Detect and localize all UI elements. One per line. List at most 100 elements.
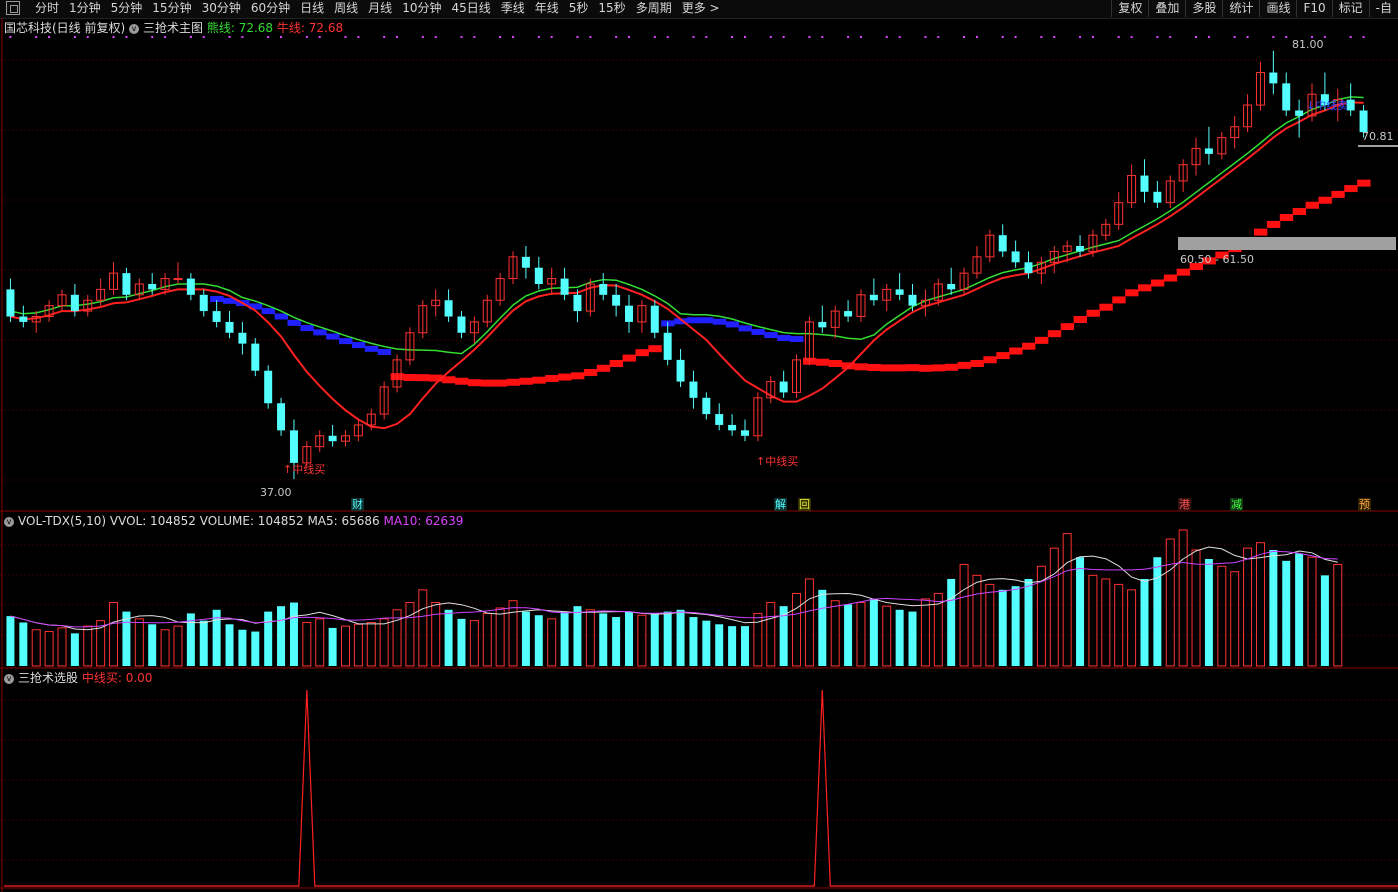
bull-band-block xyxy=(828,360,843,368)
top-dot xyxy=(1053,36,1056,38)
bull-band-block xyxy=(1034,336,1049,344)
top-dot xyxy=(1272,36,1275,38)
candle-body xyxy=(1153,191,1162,203)
marker-unlock[interactable]: 解 xyxy=(774,498,787,511)
volume-bar xyxy=(1114,583,1124,667)
candle-body xyxy=(19,316,28,322)
candle-body xyxy=(599,283,608,295)
marker-hk[interactable]: 港 xyxy=(1178,498,1191,511)
volume-bar xyxy=(908,611,917,666)
top-dot xyxy=(125,36,128,38)
candle-body xyxy=(238,332,247,344)
candle-body xyxy=(264,370,273,404)
top-dot xyxy=(628,36,631,38)
kline-chart[interactable] xyxy=(0,0,1398,892)
bear-band-block xyxy=(287,319,301,326)
top-dot xyxy=(1117,36,1120,38)
top-dot xyxy=(1349,36,1352,38)
volume-bar xyxy=(534,615,543,666)
bull-band-block xyxy=(1047,330,1062,338)
marker-forecast[interactable]: 预 xyxy=(1358,498,1371,511)
volume-bar xyxy=(676,609,685,666)
top-dot xyxy=(666,36,669,38)
bull-band-block xyxy=(1086,309,1100,317)
bull-band-block xyxy=(648,345,662,353)
marker-reduce[interactable]: 减 xyxy=(1230,498,1243,511)
candle-body xyxy=(676,359,685,382)
top-dot xyxy=(1233,36,1236,38)
sell-signal: ↓中线卖 xyxy=(1306,99,1349,112)
bull-band-block xyxy=(996,352,1010,360)
bull-band-block xyxy=(1305,201,1319,209)
top-dot xyxy=(1001,36,1004,38)
bull-band-block xyxy=(1150,279,1165,287)
candle-body xyxy=(328,435,337,442)
candles xyxy=(6,50,1368,480)
volume-bar xyxy=(1153,557,1162,666)
volume-bar xyxy=(804,578,814,667)
candle-body xyxy=(625,305,634,322)
bear-band-block xyxy=(364,345,379,352)
bear-band-block xyxy=(725,321,740,328)
top-dot xyxy=(847,36,850,38)
bull-band-block xyxy=(1009,347,1023,355)
bull-band-block xyxy=(957,361,972,369)
bull-band-block xyxy=(1163,274,1178,282)
bull-band-block xyxy=(519,377,533,385)
candle-body xyxy=(560,278,569,295)
volume-bar xyxy=(573,606,582,666)
bull-band-block xyxy=(506,378,520,386)
volume-bar xyxy=(70,633,79,666)
bear-band-block xyxy=(300,325,314,332)
bull-band-block xyxy=(1266,220,1281,228)
bull-band-block xyxy=(1344,185,1358,193)
volume-bar xyxy=(1062,533,1072,667)
bear-band-block xyxy=(687,317,701,324)
bull-band-block xyxy=(1331,190,1345,198)
top-dot xyxy=(743,36,746,38)
volume-bar xyxy=(251,631,260,666)
volume-bar xyxy=(1243,547,1253,667)
bull-line xyxy=(10,101,1364,430)
volume-bar xyxy=(19,622,28,666)
top-dot xyxy=(782,36,785,38)
top-dot xyxy=(769,36,772,38)
bull-band-block xyxy=(944,363,959,371)
volume-bar xyxy=(856,602,866,667)
volume-bar xyxy=(650,613,659,666)
volume-bar xyxy=(6,616,15,666)
marker-buyback[interactable]: 回 xyxy=(798,498,811,511)
volume-bar xyxy=(199,620,208,666)
top-dot xyxy=(859,36,862,38)
buy-signal-2: ↑中线买 xyxy=(756,455,799,468)
top-dot xyxy=(1014,36,1017,38)
top-dot xyxy=(653,36,656,38)
top-dot xyxy=(460,36,463,38)
bear-band-block xyxy=(326,333,340,340)
candle-body xyxy=(947,283,956,290)
top-dot xyxy=(318,36,321,38)
volume-bar xyxy=(1088,574,1098,667)
candle-body xyxy=(740,430,749,436)
bull-band-block xyxy=(583,368,598,376)
volume-bar xyxy=(1127,589,1137,667)
top-dot xyxy=(499,36,502,38)
bull-band-block xyxy=(545,375,559,383)
bull-band-block xyxy=(880,364,894,372)
volume-bar xyxy=(57,627,67,667)
top-dot xyxy=(821,36,824,38)
volume-bar xyxy=(44,631,54,667)
candle-body xyxy=(728,424,737,431)
volume-bar xyxy=(637,614,647,667)
bull-band-block xyxy=(609,360,624,368)
bull-band-block xyxy=(571,372,585,380)
marker-finance[interactable]: 财 xyxy=(351,498,364,511)
candle-body xyxy=(1011,251,1020,263)
volume-bar xyxy=(972,574,982,667)
bull-band-block xyxy=(416,374,430,382)
candle-body xyxy=(895,289,904,295)
volume-bar xyxy=(959,563,969,667)
volume-bar xyxy=(289,602,298,666)
volume-bar xyxy=(818,589,827,666)
top-dot xyxy=(550,36,553,38)
